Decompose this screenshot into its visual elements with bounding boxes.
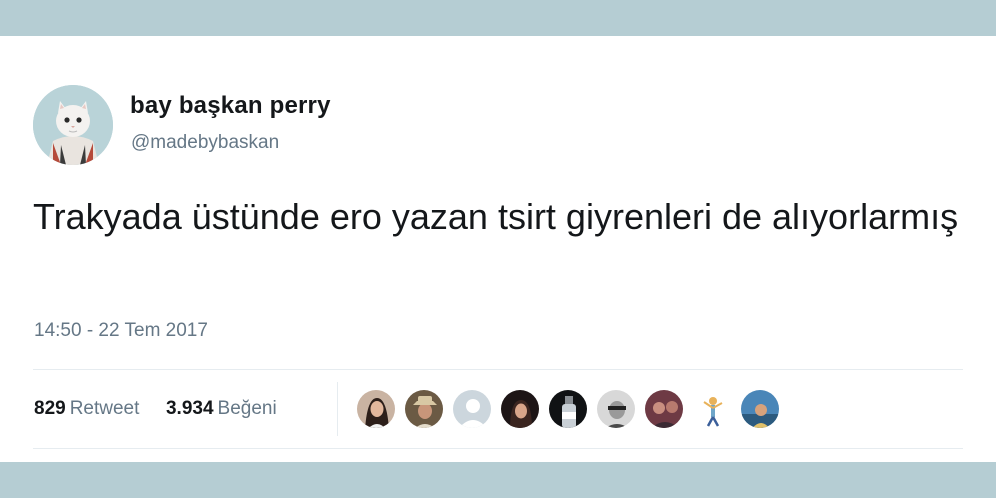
liker-avatar[interactable]	[404, 389, 444, 429]
avatar-bottle-icon	[549, 390, 587, 428]
tweet-timestamp[interactable]: 14:50 - 22 Tem 2017	[34, 320, 208, 342]
cat-avatar-icon	[33, 85, 113, 165]
display-name[interactable]: bay başkan perry	[130, 92, 331, 120]
liker-avatar[interactable]	[692, 389, 732, 429]
liker-avatar[interactable]	[548, 389, 588, 429]
default-profile-icon	[453, 390, 491, 428]
divider	[33, 369, 963, 370]
avatar-photo-icon	[741, 390, 779, 428]
divider	[33, 448, 963, 449]
avatar-woman-dark-icon	[501, 390, 539, 428]
username-handle[interactable]: @madebybaskan	[131, 132, 279, 154]
retweet-label: Retweet	[69, 398, 140, 419]
like-label: Beğeni	[217, 398, 277, 419]
profile-avatar[interactable]	[33, 85, 113, 165]
liker-avatar[interactable]	[596, 389, 636, 429]
avatar-man-bw-icon	[597, 390, 635, 428]
avatar-man-hat-icon	[405, 390, 443, 428]
like-count: 3.934	[165, 398, 214, 419]
avatar-people-icon	[645, 390, 683, 428]
liker-avatar[interactable]	[356, 389, 396, 429]
avatar-cartoon-icon	[693, 390, 731, 428]
like-stat[interactable]: 3.934 Beğeni	[161, 398, 277, 419]
retweet-stat[interactable]: 829 Retweet	[34, 398, 145, 419]
retweet-count: 829	[34, 398, 66, 419]
liker-avatar[interactable]	[452, 389, 492, 429]
top-band	[0, 0, 996, 36]
bottom-band	[0, 462, 996, 498]
liker-avatar[interactable]	[740, 389, 780, 429]
liker-avatar[interactable]	[644, 389, 684, 429]
avatar-woman-icon	[357, 390, 395, 428]
liker-avatar[interactable]	[500, 389, 540, 429]
stats-separator	[337, 382, 338, 436]
engagement-stats: 829 Retweet 3.934 Beğeni	[34, 398, 277, 420]
tweet-text: Trakyada üstünde ero yazan tsirt giyrenl…	[33, 196, 959, 237]
